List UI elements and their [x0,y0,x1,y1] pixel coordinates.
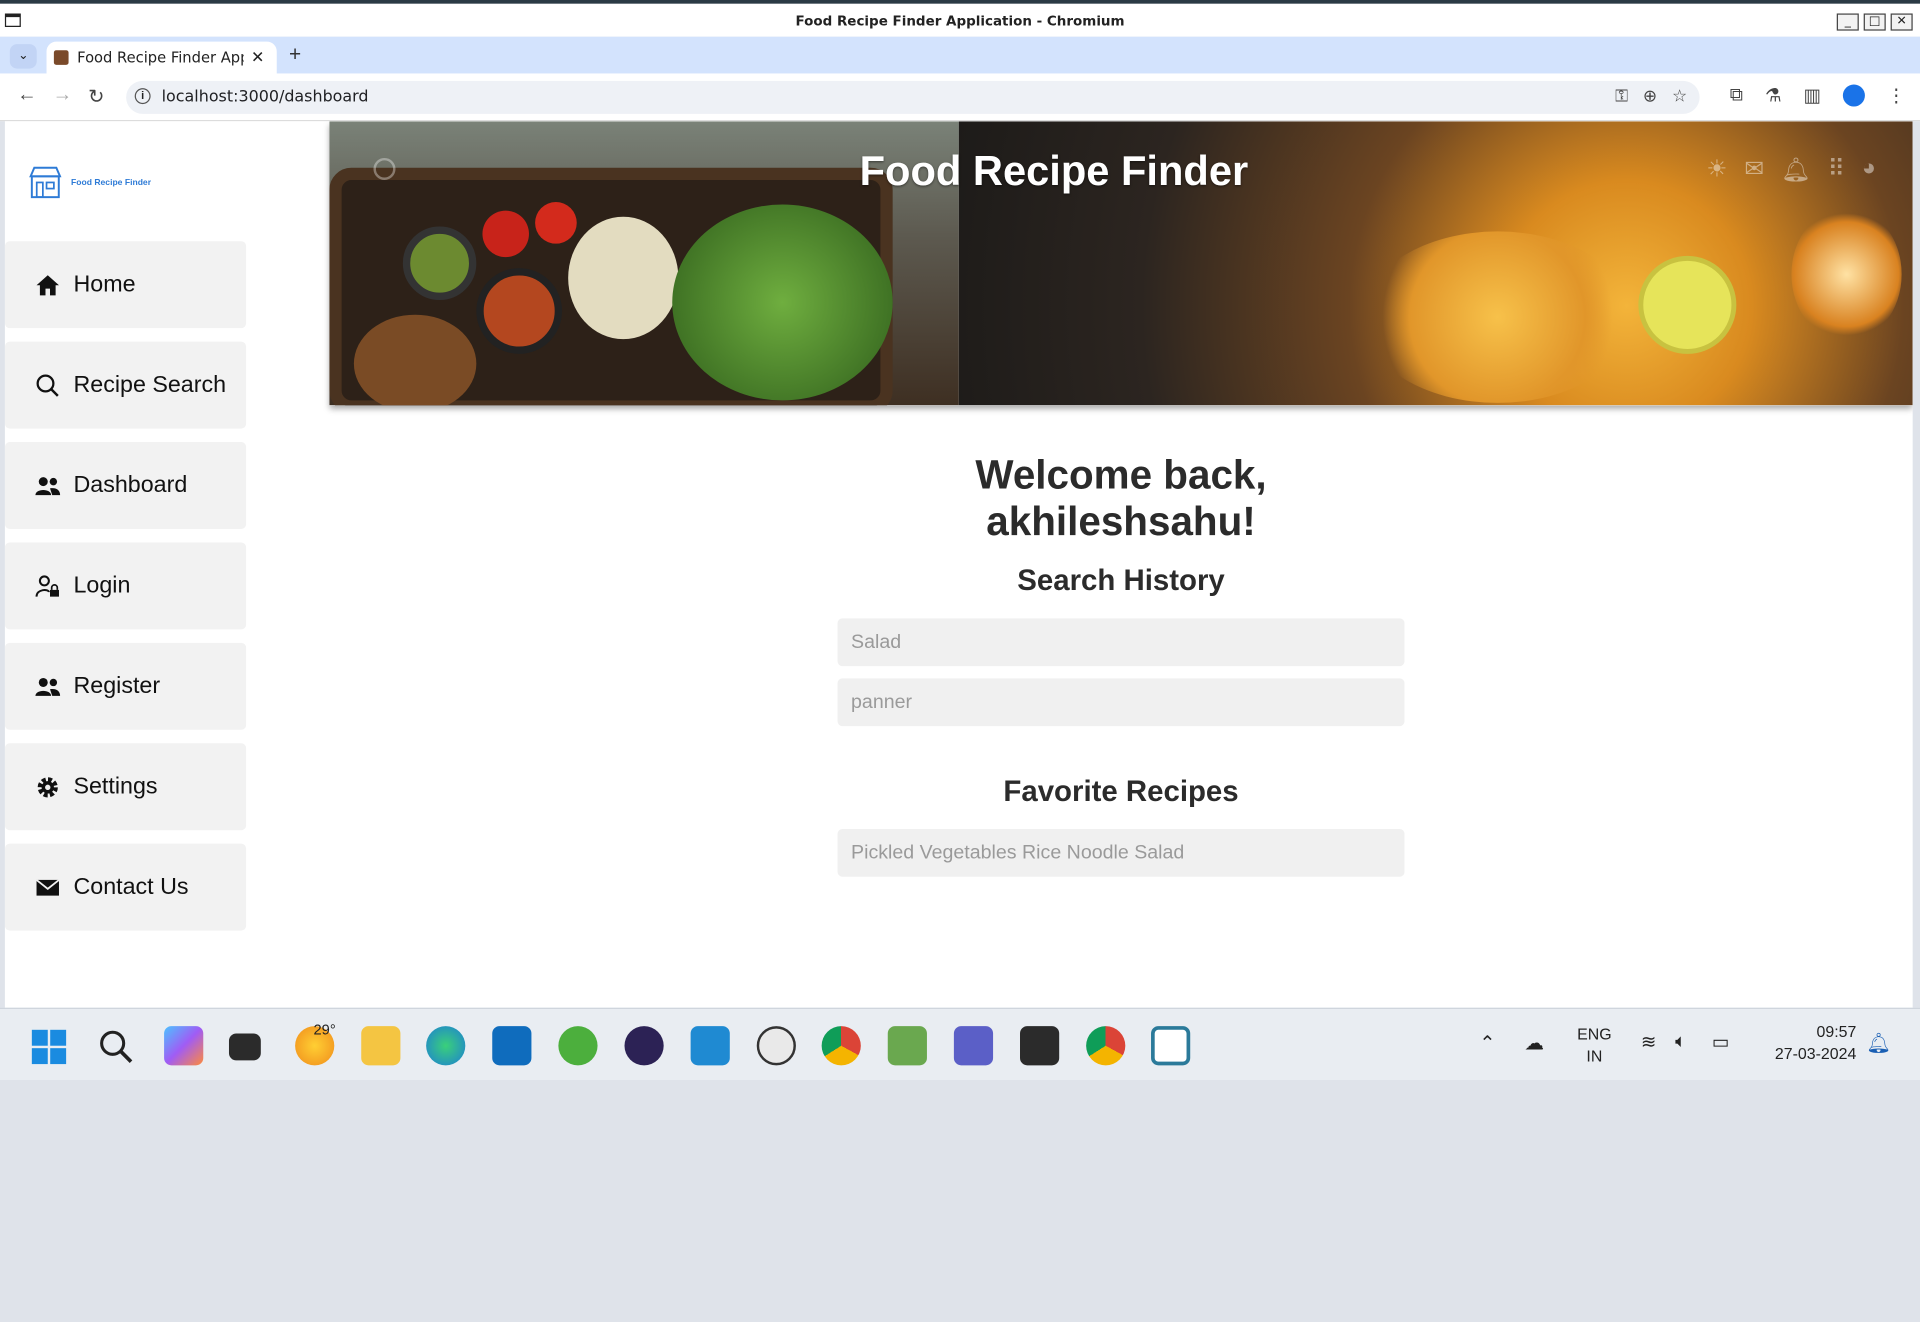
bell-icon[interactable]: 🔔︎ [1781,156,1811,185]
extensions-icon[interactable]: ⧉ [1730,84,1743,106]
sidebar-item-label: Settings [73,773,158,799]
hero-banner: Food Recipe Finder ☀ ✉ 🔔︎ ⠿ ◕ [329,121,1913,406]
favicon-icon [53,50,69,65]
brand-name: Food Recipe Finder [71,178,152,187]
mail-icon[interactable]: ✉ [1744,156,1763,185]
sidebar-nav: Home Recipe Search Dashboard Login Regis… [4,241,247,944]
lang-top: ENG [1577,1024,1612,1044]
chromium-icon[interactable] [1086,1026,1126,1066]
labs-icon[interactable]: ⚗ [1765,84,1781,107]
search-history-heading: Search History [1017,564,1225,598]
sidebar-item-register[interactable]: Register [4,642,247,730]
store-icon [29,166,62,199]
window-title: Food Recipe Finder Application - Chromiu… [795,13,1125,30]
favorites-heading: Favorite Recipes [1003,775,1239,809]
search-history-item[interactable]: Salad [837,618,1405,667]
sidebar-item-label: Dashboard [73,472,188,498]
battery-icon[interactable]: ▭ [1712,1031,1729,1053]
bookmark-star-icon[interactable]: ☆ [1672,86,1687,107]
language-indicator[interactable]: ENG IN [1577,1024,1611,1068]
gear-icon [37,776,58,797]
brand-logo[interactable]: Food Recipe Finder [27,165,151,199]
tab-close-icon[interactable]: ✕ [251,48,264,68]
zoom-icon[interactable]: ⊕ [1643,86,1657,107]
sidebar-item-recipe-search[interactable]: Recipe Search [4,341,247,429]
terminal-icon[interactable] [1020,1026,1060,1066]
volume-icon[interactable]: 🔈︎ [1675,1031,1686,1052]
sidebar-item-settings[interactable]: Settings [4,743,247,831]
eclipse-icon[interactable] [624,1026,664,1066]
users-icon [35,677,61,696]
url-text[interactable]: localhost:3000/dashboard [162,88,369,106]
user-lock-icon [35,574,59,597]
window-titlebar: Food Recipe Finder Application - Chromiu… [0,0,1920,37]
teams-icon[interactable] [953,1026,994,1066]
chrome-icon[interactable] [821,1026,861,1066]
maximize-button[interactable]: □ [1863,13,1886,31]
theme-sun-icon[interactable]: ☀ [1706,156,1727,185]
user-icon[interactable]: ◕ [1862,156,1876,185]
sidebar-item-label: Register [73,672,161,699]
os-taskbar: 29° ⌃ ☁ ENG IN ≋ 🔈︎ ▭ 09:57 27-03-2024 🔔… [0,1007,1920,1081]
vscode-icon[interactable] [690,1026,730,1066]
key-icon[interactable]: ⚿ [1615,86,1628,107]
sidebar-item-label: Home [73,271,136,297]
active-app-icon[interactable] [1151,1026,1191,1066]
hero-title: Food Recipe Finder [859,148,1249,195]
clock-time: 09:57 [1816,1022,1857,1041]
envelope-icon [35,878,60,896]
tab-strip: ⌄ Food Recipe Finder Applic ✕ + [0,36,1920,74]
clock-date: 27-03-2024 [1774,1044,1857,1063]
sidebar-item-contact[interactable]: Contact Us [4,843,247,931]
notification-bell-icon[interactable]: 🔔︎ [1866,1031,1891,1055]
sidebar-item-dashboard[interactable]: Dashboard [4,442,247,529]
notepad-plus-icon[interactable] [887,1026,927,1066]
browser-tab[interactable]: Food Recipe Finder Applic ✕ [46,41,277,74]
favorite-recipe-item[interactable]: Pickled Vegetables Rice Noodle Salad [837,828,1405,877]
hero-search-icon[interactable] [373,157,396,181]
page-viewport: Food Recipe Finder Home Recipe Search Da… [4,121,1913,1008]
tab-search-icon[interactable]: ⌄ [9,44,37,69]
windows-start-icon[interactable] [31,1029,68,1066]
users-icon [35,476,61,495]
copilot-icon[interactable] [164,1026,204,1066]
lang-bottom: IN [1586,1046,1603,1066]
side-panel-icon[interactable]: ▥ [1803,84,1820,107]
cloud-offline-icon[interactable]: ☁ [1525,1031,1545,1055]
sidebar-item-login[interactable]: Login [4,542,247,630]
search-icon[interactable] [98,1029,135,1066]
welcome-heading: Welcome back, akhileshsahu! [975,451,1267,544]
grid-icon[interactable]: ⠿ [1828,156,1845,185]
task-view-icon[interactable] [228,1033,261,1061]
sidebar-item-home[interactable]: Home [4,241,247,329]
profile-avatar-icon[interactable] [1842,84,1865,107]
dashboard-main: Welcome back, akhileshsahu! Search Histo… [837,451,1405,877]
sidebar-item-label: Recipe Search [73,371,227,398]
file-explorer-icon[interactable] [361,1026,401,1066]
back-icon[interactable]: ← [17,84,37,106]
address-bar[interactable]: i localhost:3000/dashboard ⚿ ⊕ ☆ [126,80,1700,114]
chevron-up-icon[interactable]: ⌃ [1479,1031,1495,1055]
outlook-icon[interactable] [492,1026,532,1066]
wifi-icon[interactable]: ≋ [1641,1031,1656,1053]
menu-kebab-icon[interactable]: ⋮ [1887,84,1905,107]
edge-browser-icon[interactable] [426,1026,466,1066]
sidebar-item-label: Login [73,572,131,599]
weather-temp: 29° [313,1021,336,1039]
minimize-button[interactable]: _ [1836,13,1859,31]
reload-icon[interactable]: ↻ [88,84,104,108]
postman-icon[interactable] [756,1026,796,1066]
close-button[interactable]: ✕ [1890,13,1913,31]
system-clock[interactable]: 09:57 27-03-2024 [1761,1021,1857,1065]
browser-toolbar: ← → ↻ i localhost:3000/dashboard ⚿ ⊕ ☆ ⧉… [0,73,1920,122]
search-icon [36,373,59,397]
search-history-item[interactable]: panner [837,678,1405,727]
sidebar-item-label: Contact Us [73,873,189,900]
new-tab-icon[interactable]: + [289,43,301,67]
spring-tool-icon[interactable] [558,1026,598,1066]
site-info-icon[interactable]: i [134,88,151,105]
forward-icon[interactable]: → [53,84,73,106]
home-icon [36,274,59,295]
tab-title: Food Recipe Finder Applic [77,48,244,67]
